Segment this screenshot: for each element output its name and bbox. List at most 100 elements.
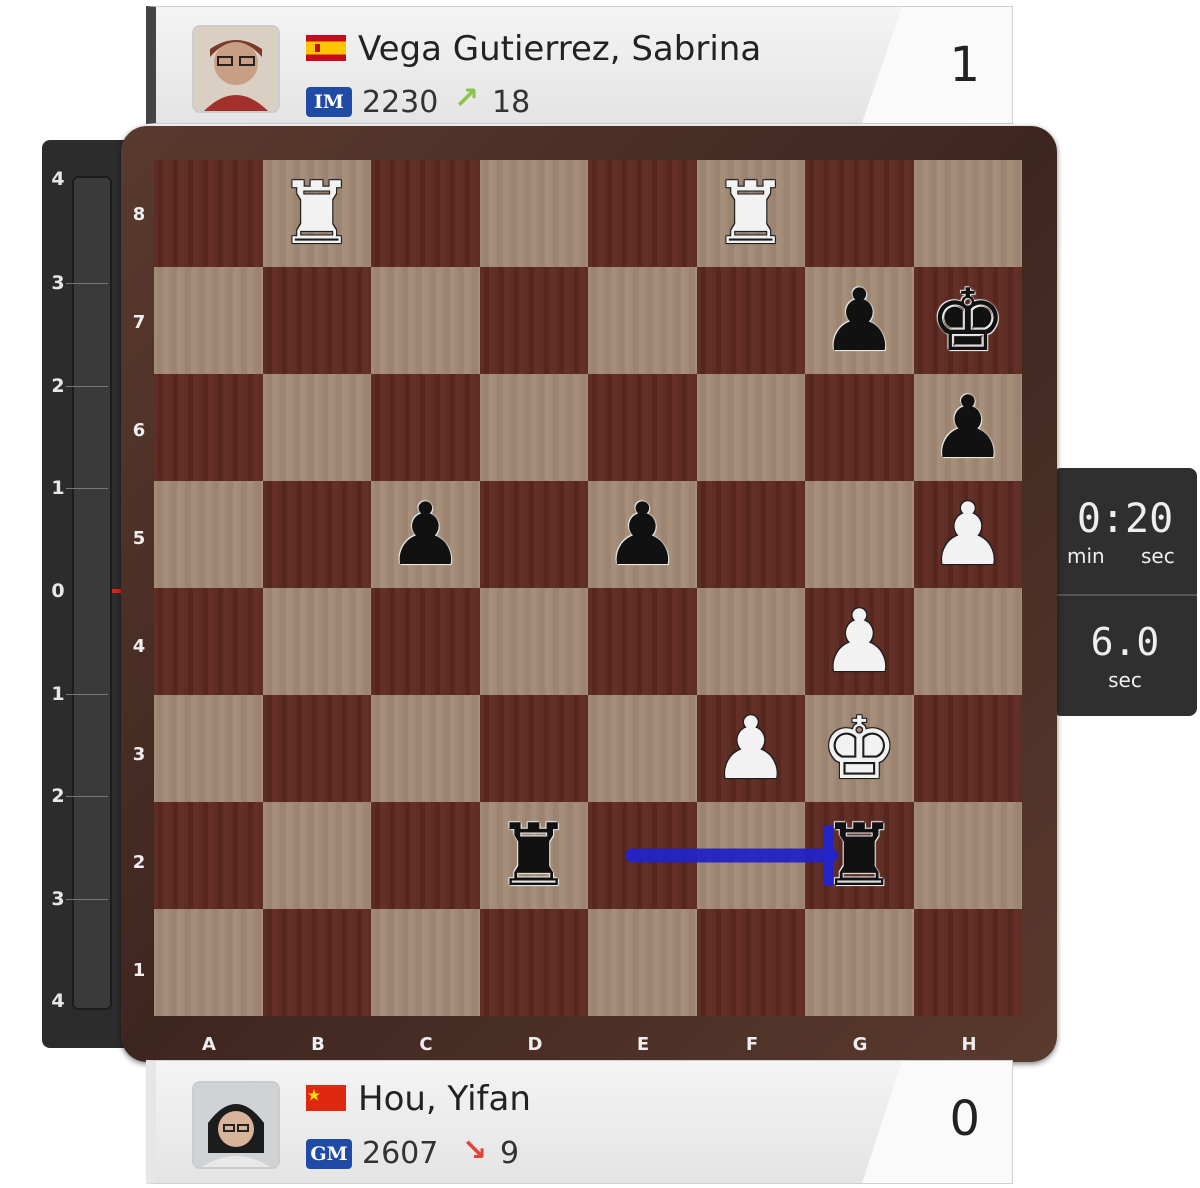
square-g8[interactable]: [805, 160, 914, 267]
square-g4[interactable]: ♟: [805, 588, 914, 695]
clock-time: 0:20: [1076, 496, 1174, 542]
square-c4[interactable]: [371, 588, 480, 695]
square-c3[interactable]: [371, 695, 480, 802]
black-rook-icon[interactable]: ♜: [495, 813, 572, 899]
spain-flag-icon: [306, 35, 346, 61]
file-label: E: [636, 1034, 650, 1055]
square-a2[interactable]: [154, 802, 263, 909]
square-a8[interactable]: [154, 160, 263, 267]
square-b4[interactable]: [262, 588, 371, 695]
square-h1[interactable]: [913, 909, 1022, 1016]
square-h8[interactable]: [913, 160, 1022, 267]
square-c5[interactable]: ♟: [371, 481, 480, 588]
square-h2[interactable]: [913, 802, 1022, 909]
square-a4[interactable]: [154, 588, 263, 695]
square-d4[interactable]: [479, 588, 588, 695]
square-d3[interactable]: [479, 695, 588, 802]
square-e4[interactable]: [588, 588, 697, 695]
square-a3[interactable]: [154, 695, 263, 802]
white-pawn-icon[interactable]: ♟: [821, 599, 898, 685]
white-king-icon[interactable]: ♚: [821, 706, 898, 792]
square-d7[interactable]: [479, 267, 588, 374]
eval-label: 3: [51, 272, 65, 294]
square-b5[interactable]: [262, 481, 371, 588]
white-rook-icon[interactable]: ♜: [712, 171, 789, 257]
square-c1[interactable]: [371, 909, 480, 1016]
square-c6[interactable]: [371, 374, 480, 481]
eval-label: 3: [51, 888, 65, 910]
eval-label: 2: [51, 785, 65, 807]
square-g3[interactable]: ♚: [805, 695, 914, 802]
eval-label: 0: [51, 580, 65, 602]
square-a7[interactable]: [154, 267, 263, 374]
eval-label: 1: [51, 477, 65, 499]
clock-sec-label: sec: [1141, 544, 1175, 568]
bottom-player-title-badge: GM: [306, 1139, 352, 1169]
square-a1[interactable]: [154, 909, 263, 1016]
square-c8[interactable]: [371, 160, 480, 267]
square-h6[interactable]: ♟: [913, 374, 1022, 481]
square-b7[interactable]: [262, 267, 371, 374]
square-g7[interactable]: ♟: [805, 267, 914, 374]
square-g5[interactable]: [805, 481, 914, 588]
square-b8[interactable]: ♜: [262, 160, 371, 267]
top-player-rating: 2230: [362, 85, 439, 120]
black-king-icon[interactable]: ♚: [929, 278, 1006, 364]
square-e6[interactable]: [588, 374, 697, 481]
square-a6[interactable]: [154, 374, 263, 481]
square-h5[interactable]: ♟: [913, 481, 1022, 588]
square-c7[interactable]: [371, 267, 480, 374]
black-rook-icon[interactable]: ♜: [821, 813, 898, 899]
square-f5[interactable]: [696, 481, 805, 588]
square-e2[interactable]: [588, 802, 697, 909]
top-player-score: 1: [949, 37, 980, 93]
square-f6[interactable]: [696, 374, 805, 481]
white-pawn-icon[interactable]: ♟: [929, 492, 1006, 578]
square-e5[interactable]: ♟: [588, 481, 697, 588]
square-a5[interactable]: [154, 481, 263, 588]
square-d5[interactable]: [479, 481, 588, 588]
square-b2[interactable]: [262, 802, 371, 909]
black-pawn-icon[interactable]: ♟: [387, 492, 464, 578]
square-d6[interactable]: [479, 374, 588, 481]
square-f2[interactable]: [696, 802, 805, 909]
square-d2[interactable]: ♜: [479, 802, 588, 909]
square-e1[interactable]: [588, 909, 697, 1016]
square-g1[interactable]: [805, 909, 914, 1016]
square-f1[interactable]: [696, 909, 805, 1016]
square-f7[interactable]: [696, 267, 805, 374]
square-f3[interactable]: ♟: [696, 695, 805, 802]
square-h4[interactable]: [913, 588, 1022, 695]
square-f8[interactable]: ♜: [696, 160, 805, 267]
file-label: D: [527, 1034, 543, 1055]
square-e7[interactable]: [588, 267, 697, 374]
square-b6[interactable]: [262, 374, 371, 481]
square-f4[interactable]: [696, 588, 805, 695]
black-pawn-icon[interactable]: ♟: [821, 278, 898, 364]
square-g2[interactable]: ♜: [805, 802, 914, 909]
square-d1[interactable]: [479, 909, 588, 1016]
black-pawn-icon[interactable]: ♟: [929, 385, 1006, 471]
top-player-name[interactable]: Vega Gutierrez, Sabrina: [358, 29, 761, 69]
square-b3[interactable]: [262, 695, 371, 802]
bottom-player-rating: 2607: [362, 1136, 439, 1171]
white-rook-icon[interactable]: ♜: [278, 171, 355, 257]
square-e8[interactable]: [588, 160, 697, 267]
bottom-player-name[interactable]: Hou, Yifan: [358, 1079, 531, 1119]
white-pawn-icon[interactable]: ♟: [712, 706, 789, 792]
rank-label: 2: [132, 852, 146, 873]
square-b1[interactable]: [262, 909, 371, 1016]
square-d8[interactable]: [479, 160, 588, 267]
bottom-player-panel: Hou, Yifan GM 2607 ↘ 9 0: [146, 1060, 1013, 1184]
rank-label: 3: [132, 744, 146, 765]
square-c2[interactable]: [371, 802, 480, 909]
bottom-player-rating-change: 9: [500, 1136, 520, 1171]
square-e3[interactable]: [588, 695, 697, 802]
square-g6[interactable]: [805, 374, 914, 481]
eval-label: 2: [51, 375, 65, 397]
eval-label: 1: [51, 683, 65, 705]
black-pawn-icon[interactable]: ♟: [604, 492, 681, 578]
square-h3[interactable]: [913, 695, 1022, 802]
square-h7[interactable]: ♚: [913, 267, 1022, 374]
bottom-player-avatar: [192, 1081, 280, 1169]
